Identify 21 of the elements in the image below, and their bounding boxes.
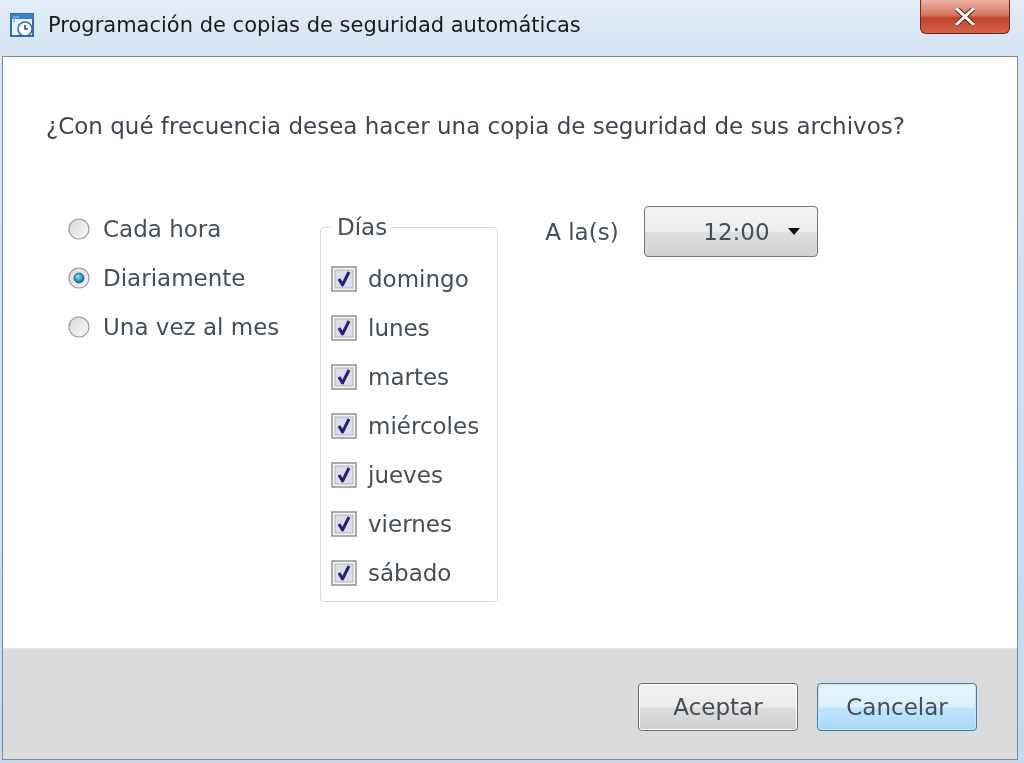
dialog-button[interactable]: Cancelar xyxy=(817,683,977,731)
radio-option[interactable]: Cada hora xyxy=(68,204,222,253)
radio-option[interactable]: Una vez al mes xyxy=(68,302,280,351)
checkbox-option[interactable]: miércoles xyxy=(331,401,480,450)
checkbox-option[interactable]: jueves xyxy=(331,450,443,499)
window-title: Programación de copias de seguridad automáticas xyxy=(48,12,581,39)
checkbox-option[interactable]: sábado xyxy=(331,548,452,597)
dialog-button[interactable]: Aceptar xyxy=(638,683,798,731)
checkbox-option[interactable]: viernes xyxy=(331,499,452,548)
time-label: A la(s) xyxy=(545,218,619,245)
caret-icon xyxy=(787,228,800,235)
radio-option[interactable]: Diariamente xyxy=(68,253,246,302)
checkbox-option[interactable]: domingo xyxy=(331,254,469,303)
close-icon xyxy=(955,8,975,25)
question-text: ¿Con qué frecuencia desea hacer una copia de seguridad de sus archivos? xyxy=(46,112,906,140)
clock-window-icon xyxy=(10,11,36,39)
checkbox-option[interactable]: lunes xyxy=(331,303,430,352)
time-dropdown[interactable]: 12:00 xyxy=(643,206,818,257)
group-label: Días xyxy=(336,213,389,241)
checkbox-option[interactable]: martes xyxy=(331,352,450,401)
close-button[interactable] xyxy=(920,0,1010,34)
